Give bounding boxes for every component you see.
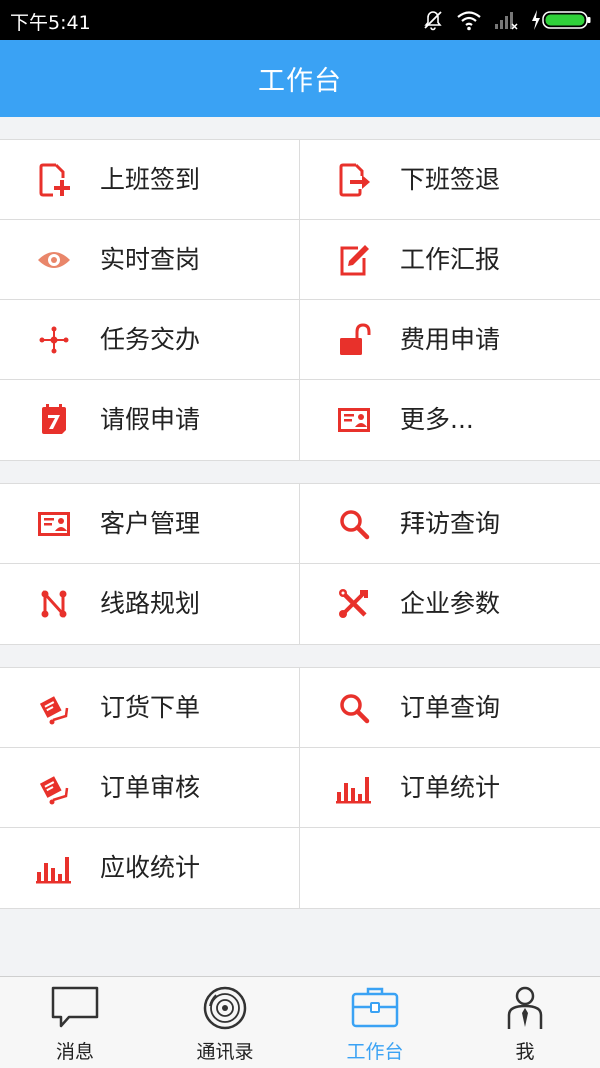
calendar-leave-icon bbox=[42, 404, 66, 434]
order-cart-icon bbox=[39, 776, 69, 805]
menu-item-receivables-stats[interactable]: 应收统计 bbox=[0, 828, 300, 908]
search-icon bbox=[340, 510, 370, 540]
menu-item-expense-request[interactable]: 费用申请 bbox=[300, 300, 600, 379]
task-network-icon bbox=[39, 326, 69, 354]
menu-item-customer-management[interactable]: 客户管理 bbox=[0, 484, 300, 563]
page-title: 工作台 bbox=[258, 66, 342, 97]
order-section: 订货下单 订单查询 订单审核 订单统计 应收统计 bbox=[0, 667, 600, 909]
edit-report-icon bbox=[340, 245, 369, 276]
bar-chart-icon bbox=[336, 777, 371, 804]
menu-item-label: 订单审核 bbox=[100, 773, 201, 802]
menu-item-clock-out[interactable]: 下班签退 bbox=[300, 140, 600, 219]
grid-row: 任务交办 费用申请 bbox=[0, 300, 600, 380]
status-bar: 下午5:41 bbox=[0, 0, 600, 40]
grid-row: 应收统计 bbox=[0, 828, 600, 908]
unlock-icon bbox=[340, 323, 371, 355]
nav-bar: 工作台 bbox=[0, 40, 600, 117]
order-cart-icon bbox=[39, 696, 69, 725]
tab-label: 消息 bbox=[55, 1041, 94, 1063]
briefcase-icon bbox=[351, 987, 399, 1028]
customer-section: 客户管理 拜访查询 线路规划 企业参数 bbox=[0, 483, 600, 645]
message-bubble-icon bbox=[51, 986, 99, 1028]
empty-cell bbox=[300, 828, 600, 908]
menu-item-task-assign[interactable]: 任务交办 bbox=[0, 300, 300, 379]
tab-label: 工作台 bbox=[346, 1041, 404, 1063]
search-icon bbox=[340, 694, 370, 724]
grid-row: 订货下单 订单查询 bbox=[0, 668, 600, 748]
bottom-tab-bar: 消息 通讯录 工作台 我 bbox=[0, 976, 600, 1068]
menu-item-label: 订单统计 bbox=[400, 773, 501, 802]
tab-contacts[interactable]: 通讯录 bbox=[150, 977, 300, 1068]
menu-item-visit-query[interactable]: 拜访查询 bbox=[300, 484, 600, 563]
menu-item-label: 拜访查询 bbox=[400, 509, 501, 538]
menu-item-place-order[interactable]: 订货下单 bbox=[0, 668, 300, 747]
tab-messages[interactable]: 消息 bbox=[0, 977, 150, 1068]
menu-item-label: 任务交办 bbox=[100, 325, 201, 354]
grid-row: 实时查岗 工作汇报 bbox=[0, 220, 600, 300]
bar-chart-icon bbox=[36, 857, 71, 884]
menu-item-live-check[interactable]: 实时查岗 bbox=[0, 220, 300, 299]
menu-item-label: 企业参数 bbox=[400, 589, 501, 618]
menu-item-label: 费用申请 bbox=[400, 325, 501, 354]
battery-charging-icon bbox=[532, 10, 591, 30]
route-icon bbox=[41, 590, 67, 618]
menu-item-label: 客户管理 bbox=[100, 509, 201, 538]
menu-item-work-report[interactable]: 工作汇报 bbox=[300, 220, 600, 299]
menu-item-label: 上班签到 bbox=[100, 165, 201, 194]
menu-item-label: 工作汇报 bbox=[400, 245, 501, 274]
attendance-section: 上班签到 下班签退 实时查岗 工作汇报 任务交办 费用申请 请假申请 更多... bbox=[0, 139, 600, 461]
clock-out-icon bbox=[339, 163, 370, 197]
contacts-disc-icon bbox=[203, 986, 247, 1030]
grid-row: 线路规划 企业参数 bbox=[0, 564, 600, 644]
tab-label: 通讯录 bbox=[196, 1041, 254, 1063]
mute-bell-icon bbox=[424, 11, 442, 31]
menu-item-label: 应收统计 bbox=[100, 853, 201, 882]
menu-item-company-params[interactable]: 企业参数 bbox=[300, 564, 600, 644]
user-profile-icon bbox=[507, 986, 543, 1029]
menu-item-leave-request[interactable]: 请假申请 bbox=[0, 380, 300, 460]
menu-item-label: 订货下单 bbox=[100, 693, 201, 722]
menu-item-label: 线路规划 bbox=[100, 589, 201, 618]
signal-icon bbox=[495, 12, 518, 30]
grid-row: 订单审核 订单统计 bbox=[0, 748, 600, 828]
menu-item-more[interactable]: 更多... bbox=[300, 380, 600, 460]
menu-item-label: 下班签退 bbox=[400, 165, 501, 194]
menu-item-order-query[interactable]: 订单查询 bbox=[300, 668, 600, 747]
grid-row: 请假申请 更多... bbox=[0, 380, 600, 460]
status-time: 下午5:41 bbox=[10, 12, 91, 34]
customer-card-icon bbox=[38, 512, 70, 536]
menu-item-label: 实时查岗 bbox=[100, 245, 201, 274]
eye-icon bbox=[38, 252, 70, 268]
id-card-icon bbox=[338, 408, 370, 432]
menu-item-route-planning[interactable]: 线路规划 bbox=[0, 564, 300, 644]
grid-row: 客户管理 拜访查询 bbox=[0, 484, 600, 564]
tab-me[interactable]: 我 bbox=[450, 977, 600, 1068]
menu-item-order-stats[interactable]: 订单统计 bbox=[300, 748, 600, 827]
tab-label: 我 bbox=[515, 1041, 535, 1063]
tab-workbench[interactable]: 工作台 bbox=[300, 977, 450, 1068]
menu-item-label: 更多... bbox=[400, 405, 474, 434]
menu-item-label: 请假申请 bbox=[100, 405, 201, 434]
menu-item-label: 订单查询 bbox=[400, 693, 501, 722]
status-icons bbox=[422, 8, 592, 32]
grid-row: 上班签到 下班签退 bbox=[0, 140, 600, 220]
menu-item-order-review[interactable]: 订单审核 bbox=[0, 748, 300, 827]
tools-icon bbox=[339, 589, 368, 618]
wifi-icon bbox=[457, 11, 481, 31]
clock-in-icon bbox=[39, 163, 70, 197]
menu-item-clock-in[interactable]: 上班签到 bbox=[0, 140, 300, 219]
